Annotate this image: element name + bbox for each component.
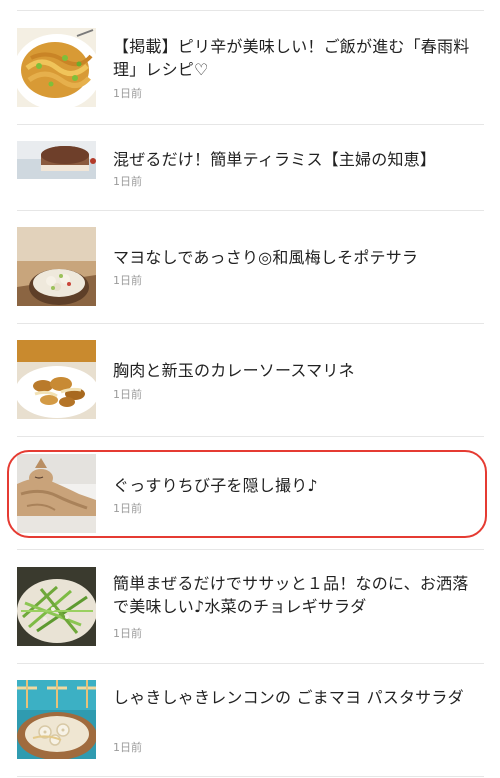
article-title[interactable]: マヨなしであっさり◎和風梅しそポテサラ <box>113 246 483 269</box>
article-title[interactable]: 簡単まぜるだけでササッと１品！なのに、お洒落で美味しい♪水菜のチョレギサラダ <box>113 572 483 618</box>
article-item-mizuna-salad[interactable]: 簡単まぜるだけでササッと１品！なのに、お洒落で美味しい♪水菜のチョレギサラダ 1… <box>0 550 500 663</box>
article-title[interactable]: しゃきしゃきレンコンの ごまマヨ パスタサラダ <box>113 686 483 709</box>
lotus-root-pasta-salad-photo <box>17 680 96 759</box>
article-time: 1日前 <box>113 741 142 754</box>
stir-fried-noodles-photo <box>17 28 96 107</box>
article-time: 1日前 <box>113 87 142 100</box>
article-time: 1日前 <box>113 175 142 188</box>
article-item-lotus-pasta[interactable]: しゃきしゃきレンコンの ごまマヨ パスタサラダ 1日前 <box>0 664 500 777</box>
highlight-ring <box>7 450 487 538</box>
article-item-potato-salad[interactable]: マヨなしであっさり◎和風梅しそポテサラ 1日前 <box>0 211 500 324</box>
article-title[interactable]: 胸肉と新玉のカレーソースマリネ <box>113 359 483 382</box>
chicken-marinade-photo <box>17 340 96 419</box>
article-list: 【掲載】ピリ辛が美味しい！ご飯が進む「春雨料理」レシピ♡ 1日前 混ぜるだけ！簡… <box>0 0 500 778</box>
mizuna-salad-photo <box>17 567 96 646</box>
tiramisu-photo <box>17 141 96 179</box>
article-item-harusame[interactable]: 【掲載】ピリ辛が美味しい！ご飯が進む「春雨料理」レシピ♡ 1日前 <box>0 11 500 124</box>
article-item-curry-marinade[interactable]: 胸肉と新玉のカレーソースマリネ 1日前 <box>0 324 500 437</box>
article-time: 1日前 <box>113 274 142 287</box>
article-time: 1日前 <box>113 627 142 640</box>
article-title[interactable]: 【掲載】ピリ辛が美味しい！ご飯が進む「春雨料理」レシピ♡ <box>113 35 483 81</box>
article-title[interactable]: 混ぜるだけ！簡単ティラミス【主婦の知恵】 <box>113 148 483 171</box>
article-time: 1日前 <box>113 388 142 401</box>
divider <box>17 776 484 777</box>
potato-salad-photo <box>17 227 96 306</box>
